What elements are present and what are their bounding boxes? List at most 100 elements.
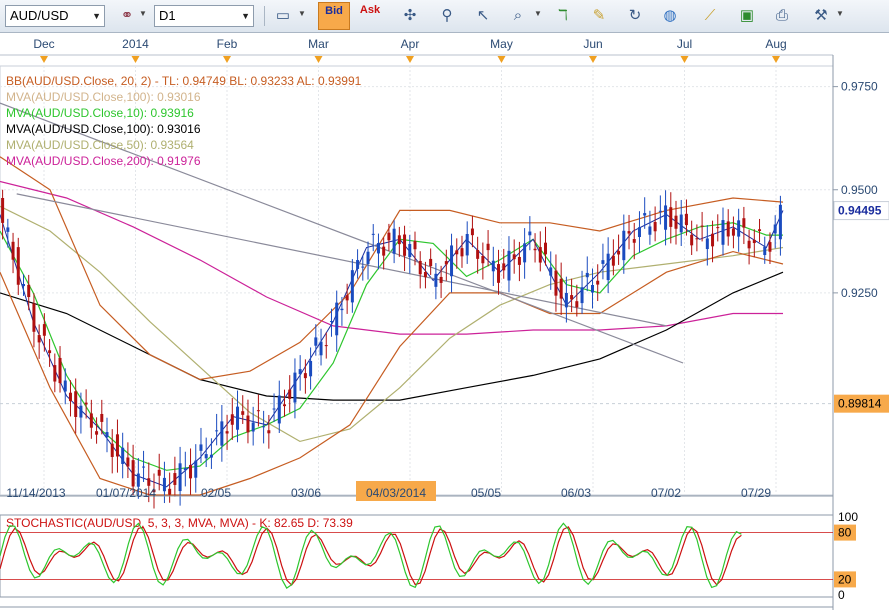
price-tick-label: 0.9750 [841,80,878,94]
cursor-icon[interactable]: ↖ [470,4,496,28]
ruler-icon[interactable]: ⟋ [697,4,723,28]
candle-body [68,392,72,402]
tools-icon[interactable]: ⚒ [808,4,834,28]
date-axis-label: 06/03 [561,486,591,500]
candle-body [366,251,370,265]
chevron-down-icon[interactable]: ▼ [298,9,306,18]
zoom-in-icon[interactable]: ⌕ [505,4,531,28]
candle-body [204,454,208,459]
candle-body [1,198,5,223]
candle-body [387,232,391,241]
candle-body [726,221,730,237]
print-icon[interactable]: ⎙ [769,4,795,28]
candle-body [700,225,704,227]
candle-body [470,228,474,236]
candle-body [37,335,41,343]
candle-body [309,360,313,377]
candle-body [230,414,234,425]
candle-body [178,463,182,492]
refresh-icon[interactable]: ↻ [622,4,648,28]
top-axis-label: Jun [583,37,602,51]
candle-body [737,220,741,237]
candle-body [450,245,454,277]
chevron-down-icon[interactable]: ▼ [836,9,844,18]
candle-body [669,207,673,227]
candle-body [194,460,198,478]
candle-body [168,488,172,495]
chevron-down-icon[interactable]: ▼ [92,6,101,26]
timeframe-select[interactable]: D1 ▼ [154,5,254,27]
candle-body [136,473,140,487]
image-icon[interactable]: ▣ [734,4,760,28]
date-axis-label: 07/29 [741,486,771,500]
link-icon[interactable]: ⚭ [114,4,140,28]
candle-body [763,246,767,256]
drawing-icon[interactable]: ✎ [586,4,612,28]
top-axis-label: Jul [677,37,692,51]
date-axis-label: 05/05 [471,486,501,500]
candle-body [606,253,610,281]
chevron-down-icon[interactable]: ▼ [139,9,147,18]
candle-body [361,266,365,268]
candle-body [324,345,328,347]
candle-body [42,324,46,336]
candle-body [711,233,715,247]
price-tick-label: 0.9500 [841,183,878,197]
candle-body [570,295,574,300]
price-axis: 0.9750 0.9500 0.9250 0.94495 0.89814 [833,80,889,413]
candle-body [523,243,527,263]
candle-body [262,426,266,428]
top-axis-label: May [490,37,513,51]
candle-body [16,247,20,285]
chevron-down-icon[interactable]: ▼ [241,6,250,26]
candle-body [392,228,396,254]
candle-body [189,464,193,479]
bid-button[interactable]: Bid [318,2,350,30]
candle-body [439,276,443,283]
globe-icon[interactable]: ◍ [657,4,683,28]
candle-body [84,402,88,405]
stochastic-level-label: 80 [838,526,852,540]
candle-body [220,421,224,446]
candle-body [335,302,339,336]
candle-body [533,248,537,251]
symbol-select[interactable]: AUD/USD ▼ [5,5,105,27]
indicator-label: MVA(AUD/USD.Close,200): 0.91976 [6,154,201,168]
candle-body [486,243,490,251]
candle-body [476,249,480,259]
candle-body [758,229,762,231]
candle-body [126,457,130,467]
candle-body [429,258,433,267]
candle-body [225,431,229,434]
price-chart[interactable]: Dec 2014 Feb Mar Apr May Jun Jul Aug BB(AUD/USD.… [0,33,889,610]
indicator-icon[interactable]: ℸ [550,4,576,28]
month-marker-icon [314,56,323,63]
indicator-label: BB(AUD/USD.Close, 20, 2) - TL: 0.94749 B… [6,74,362,88]
stochastic-level-label: 20 [838,572,852,586]
candle-body [267,430,271,434]
top-axis-label: Dec [33,37,54,51]
candle-body [32,303,36,332]
candle-body [115,434,119,457]
candle-body [778,204,782,240]
candle-body [596,280,600,285]
candle-body [611,255,615,266]
ask-label: Ask [359,4,381,16]
candle-body [653,222,657,232]
line-chart-icon[interactable]: ▭ [270,4,296,28]
ask-button[interactable]: Ask [355,2,385,30]
zoom-icon[interactable]: ⚲ [434,4,460,28]
candle-body [100,413,104,422]
candle-body [298,369,302,375]
candle-body [329,321,333,323]
date-axis-label: 11/14/2013 [6,486,65,500]
candle-body [89,413,93,428]
top-axis-label: Aug [765,37,786,51]
candle-body [658,210,662,212]
candle-body [575,301,579,308]
candle-body [105,432,109,438]
candle-body [559,278,563,299]
crosshair-icon[interactable]: ✣ [397,4,423,28]
candle-body [236,406,240,430]
chevron-down-icon[interactable]: ▼ [534,9,542,18]
